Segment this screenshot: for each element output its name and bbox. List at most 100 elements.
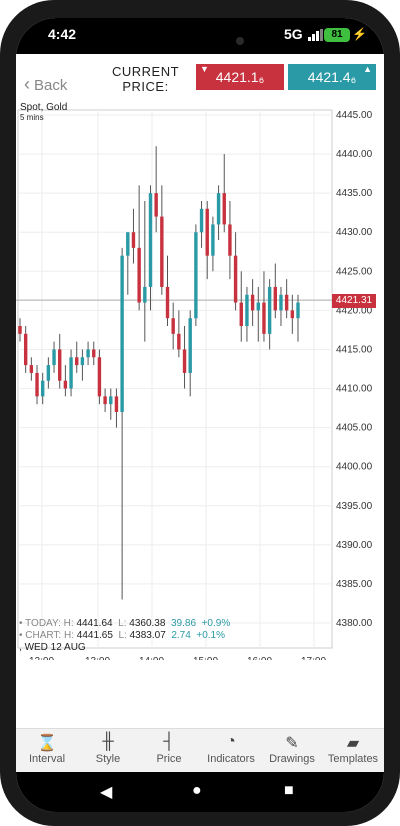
candle-body	[216, 193, 221, 225]
android-nav-bar: ◀ ● ■	[16, 772, 384, 812]
folder-icon: ▰	[346, 735, 360, 752]
sell-price: 4421.1₆	[215, 69, 265, 85]
tab-templates[interactable]: ▰ Templates	[322, 733, 384, 765]
y-tick-label: 4430.00	[336, 227, 373, 238]
candle-body	[52, 349, 56, 366]
recents-nav-icon[interactable]: ■	[284, 782, 294, 800]
current-price-label: CURRENT PRICE:	[112, 64, 179, 94]
hourglass-icon: ⌛	[37, 735, 57, 752]
y-tick-label: 4400.00	[336, 462, 373, 473]
x-tick-label: 12:00	[29, 656, 54, 660]
tab-indicators[interactable]: ◔ Indicators	[200, 733, 262, 765]
gauge-icon: ◔	[226, 733, 236, 750]
price-chart[interactable]: 4445.00 4440.00 4435.00 4430.00 4425.00 4420.…	[16, 100, 384, 667]
tab-price[interactable]: ┤ Price	[138, 733, 200, 765]
candle-body	[222, 193, 226, 225]
tab-drawings[interactable]: ✎ Drawings	[261, 733, 323, 765]
candle-body	[256, 302, 260, 311]
status-bar: 4:42 5G 81 ⚡	[16, 18, 384, 56]
candle-body	[114, 396, 119, 412]
candle-body	[250, 294, 255, 311]
date-label: , WED 12 AUG	[19, 642, 86, 653]
back-nav-icon[interactable]: ◀	[100, 782, 112, 802]
candle-body	[75, 357, 79, 366]
candle-body	[245, 294, 249, 327]
candle-body	[97, 357, 102, 397]
candle-body	[239, 302, 243, 327]
candle-body	[40, 380, 45, 397]
home-nav-icon[interactable]: ●	[192, 782, 202, 800]
tab-style[interactable]: ╫ Style	[77, 733, 139, 765]
candle-body	[92, 349, 96, 358]
candle-body	[262, 302, 266, 334]
x-tick-label: 16:00	[247, 656, 272, 660]
y-tick-label: 4415.00	[336, 344, 373, 355]
candle-body	[233, 255, 238, 303]
candle-body	[165, 286, 170, 319]
candle-body	[284, 294, 289, 311]
chart-stats: • TODAY: H: 4441.64 L: 4360.38 39.86 +0.…	[19, 618, 230, 654]
candle-body	[154, 193, 158, 217]
candle-body	[211, 224, 215, 256]
screen: 4:42 5G 81 ⚡ ‹ Back CURRENT PRICE: ▼ 4421…	[16, 18, 384, 812]
candle-body	[23, 333, 28, 366]
network-label: 5G	[284, 26, 303, 42]
tab-interval[interactable]: ⌛ Interval	[16, 733, 78, 765]
candle-body	[267, 286, 272, 334]
y-tick-label: 4435.00	[336, 188, 373, 199]
sell-price-button[interactable]: ▼ 4421.1₆	[196, 64, 284, 90]
candle-body	[148, 193, 153, 287]
y-tick-label: 4440.00	[336, 149, 373, 160]
y-tick-label: 4410.00	[336, 384, 373, 395]
chart-stats-row: • CHART: H: 4441.65 L: 4383.07 2.74 +0.1…	[19, 630, 226, 641]
x-tick-label: 14:00	[139, 656, 164, 660]
y-tick-label: 4380.00	[336, 618, 373, 629]
candle-body	[35, 372, 39, 397]
candle-body	[18, 326, 22, 334]
y-tick-label: 4405.00	[336, 423, 373, 434]
pencil-icon: ✎	[285, 735, 299, 752]
charging-icon: ⚡	[352, 27, 367, 41]
candle-body	[160, 216, 164, 287]
y-tick-label: 4390.00	[336, 540, 373, 551]
buy-price: 4421.4₆	[307, 69, 357, 85]
current-price-line1: CURRENT	[112, 64, 180, 79]
phone-frame: 4:42 5G 81 ⚡ ‹ Back CURRENT PRICE: ▼ 4421…	[0, 0, 400, 826]
chevron-left-icon: ‹	[24, 74, 30, 94]
candle-body	[177, 333, 181, 350]
down-arrow-icon: ▼	[200, 64, 209, 74]
candle-body	[273, 286, 278, 311]
candle-body	[171, 318, 175, 334]
back-button[interactable]: ‹ Back	[24, 74, 67, 95]
candle-body	[80, 357, 85, 366]
candle-body	[296, 302, 300, 319]
candle-body	[29, 365, 34, 373]
candlestick-icon: ╫	[102, 733, 114, 750]
candle-body	[86, 349, 90, 358]
current-price-tag: 4421.31	[332, 294, 376, 308]
candle-body	[279, 294, 283, 311]
status-time: 4:42	[48, 26, 77, 42]
candle-body	[131, 232, 136, 248]
y-tick-label: 4445.00	[336, 110, 373, 121]
price-icon: ┤	[163, 733, 175, 750]
candle-body	[109, 396, 113, 405]
up-arrow-icon: ▲	[363, 64, 372, 74]
candle-body	[199, 208, 204, 233]
candle-body	[137, 247, 141, 303]
candle-body	[69, 357, 73, 389]
buy-price-button[interactable]: ▲ 4421.4₆	[288, 64, 376, 90]
candle-body	[58, 349, 62, 381]
tab-bar: ⌛ Interval ╫ Style ┤ Price ◔ Indicators ✎ Dra…	[16, 728, 384, 773]
y-tick-label: 4385.00	[336, 579, 373, 590]
candle-body	[182, 349, 187, 373]
candle-body	[120, 255, 124, 412]
candle-body	[46, 365, 51, 381]
camera-icon	[236, 37, 244, 45]
candlestick-chart[interactable]: 4445.004440.004435.004430.004425.004420.…	[16, 100, 384, 667]
x-tick-label: 17:00	[301, 656, 326, 660]
chart-interval: 5 mins	[20, 113, 44, 122]
candle-body	[103, 396, 107, 405]
today-stats-row: • TODAY: H: 4441.64 L: 4360.38 39.86 +0.…	[19, 618, 231, 629]
x-tick-label: 13:00	[85, 656, 110, 660]
